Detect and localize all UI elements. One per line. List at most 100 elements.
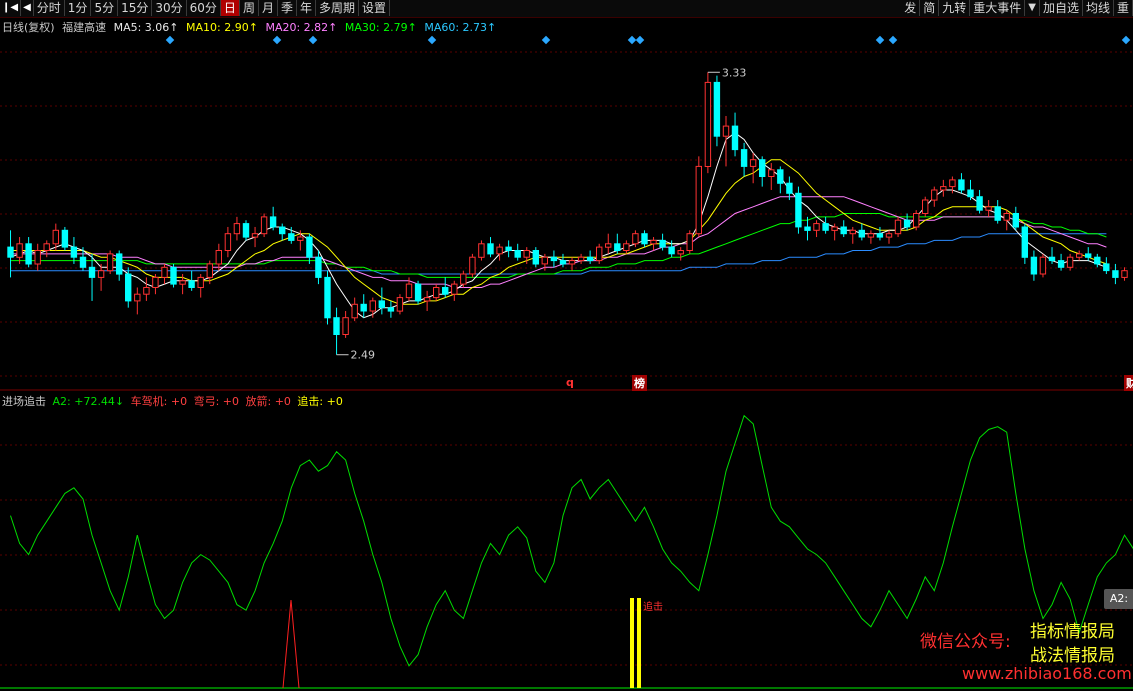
- period-tab-2[interactable]: 5分: [91, 0, 119, 16]
- candle-body: [1021, 226, 1028, 258]
- indicator-name[interactable]: 进场追击: [2, 395, 46, 408]
- ma5-label: MA5: 3.06↑: [113, 21, 179, 34]
- candle-body: [822, 223, 829, 231]
- candle-body: [831, 226, 838, 231]
- toolbar-right-6[interactable]: 均线: [1083, 0, 1114, 16]
- marker-bang[interactable]: 榜: [632, 375, 647, 391]
- candle-body: [958, 179, 965, 191]
- toolbar-right-7[interactable]: 重: [1114, 0, 1133, 16]
- period-tab-12[interactable]: 设置: [359, 0, 391, 16]
- period-tab-1[interactable]: 1分: [65, 0, 92, 16]
- period-label: 日线(复权): [2, 21, 55, 34]
- candle-body: [985, 206, 992, 211]
- candle-body: [315, 256, 322, 278]
- ma30-label: MA30: 2.79↑: [344, 21, 417, 34]
- candle-body: [360, 303, 367, 312]
- ma5-line: [10, 132, 1107, 319]
- candle-body: [496, 246, 503, 255]
- candle-body: [333, 317, 340, 336]
- period-tab-5[interactable]: 60分: [187, 0, 221, 16]
- watermark-line1: 指标情报局: [1030, 622, 1115, 642]
- candle-body: [1030, 256, 1038, 275]
- candle-body: [731, 125, 739, 151]
- period-tab-11[interactable]: 多周期: [316, 0, 360, 16]
- candle-body: [378, 300, 386, 309]
- period-tab-3[interactable]: 15分: [118, 0, 153, 16]
- toolbar-right-1[interactable]: 简: [920, 0, 940, 16]
- period-toolbar: ❙◀ ◀ 分时 1分 5分 15分 30分 60分日周月季年多周期 设置 发简九转 重大事件 ▼…: [0, 0, 1133, 18]
- period-tab-9[interactable]: 季: [278, 0, 297, 16]
- event-diamond-icon: [875, 35, 885, 45]
- event-diamond-icon: [635, 35, 645, 45]
- candle-body: [541, 256, 548, 265]
- marker-q[interactable]: q: [566, 376, 574, 389]
- toolbar-right-2[interactable]: 九转: [939, 0, 971, 16]
- candle-body: [1003, 213, 1010, 221]
- period-tab-4[interactable]: 30分: [152, 0, 187, 16]
- nav-first-icon[interactable]: ❙◀: [0, 0, 22, 16]
- period-tab-8[interactable]: 月: [259, 0, 278, 16]
- event-diamond-icon: [1121, 35, 1131, 45]
- candle-body: [161, 266, 168, 278]
- candle-body: [369, 300, 377, 312]
- chart-canvas[interactable]: 3.33 2.49 追击: [0, 0, 1133, 691]
- marker-cai[interactable]: 财: [1124, 375, 1133, 391]
- candle-body: [795, 192, 802, 228]
- candle-body: [469, 256, 476, 275]
- period-tab-7[interactable]: 周: [240, 0, 259, 16]
- candle-body: [396, 297, 404, 312]
- candle-body: [288, 233, 295, 241]
- candle-body: [849, 229, 856, 235]
- toolbar-right-0[interactable]: 发: [901, 0, 921, 16]
- candle-body: [1076, 253, 1083, 258]
- toolbar-right-5[interactable]: 加自选: [1040, 0, 1083, 16]
- spike-signal: [282, 599, 300, 689]
- candle-body: [677, 250, 684, 255]
- fangjian-value: 放箭: +0: [245, 395, 291, 408]
- candle-body: [306, 236, 313, 258]
- period-toolbar-left: ❙◀ ◀ 分时 1分 5分 15分 30分 60分日周月季年多周期 设置: [0, 0, 391, 17]
- ma10-label: MA10: 2.90↑: [186, 21, 258, 34]
- candle-body: [768, 169, 775, 178]
- event-diamond-icon: [627, 35, 637, 45]
- candle-body: [405, 283, 413, 299]
- candle-body: [478, 243, 485, 258]
- candle-body: [505, 246, 512, 252]
- candle-body: [931, 189, 938, 201]
- low-label: 2.49: [351, 349, 376, 362]
- candle-body: [840, 226, 847, 235]
- period-tab-0[interactable]: 分时: [34, 0, 65, 16]
- kline-window: 3.33 2.49 追击 ❙◀ ◀ 分时 1分 5分 15分 30分 60分日周月季年多周期设…: [0, 0, 1133, 691]
- candle-body: [885, 233, 893, 238]
- candle-body: [61, 229, 69, 248]
- candle-body: [224, 233, 232, 251]
- candle-body: [1112, 270, 1119, 278]
- dropdown-arrow-icon[interactable]: ▼: [1025, 0, 1040, 16]
- candle-body: [1094, 256, 1101, 265]
- candle-body: [143, 287, 150, 295]
- candle-body: [532, 250, 539, 265]
- chejiji-value: 车驾机: +0: [130, 395, 188, 408]
- period-tab-6[interactable]: 日: [220, 0, 240, 16]
- event-diamond-icon: [427, 35, 437, 45]
- nav-prev-icon[interactable]: ◀: [21, 0, 34, 16]
- period-tab-10[interactable]: 年: [297, 0, 316, 16]
- candle-body: [215, 250, 223, 265]
- candle-body: [324, 276, 331, 319]
- candle-body: [251, 233, 259, 238]
- candle-body: [460, 273, 467, 285]
- candle-body: [43, 243, 50, 252]
- candle-body: [804, 226, 811, 231]
- candle-body: [922, 199, 929, 214]
- candle-body: [97, 270, 105, 278]
- candle-body: [605, 243, 612, 248]
- toolbar-right-3[interactable]: 重大事件: [970, 0, 1026, 16]
- watermark-line2: 战法情报局: [1030, 646, 1115, 666]
- candle-body: [695, 165, 702, 235]
- candle-body: [786, 182, 793, 194]
- candle-body: [668, 246, 675, 255]
- candle-body: [659, 239, 666, 248]
- candle-body: [88, 266, 96, 278]
- candle-body: [976, 196, 983, 211]
- candle-body: [52, 229, 59, 245]
